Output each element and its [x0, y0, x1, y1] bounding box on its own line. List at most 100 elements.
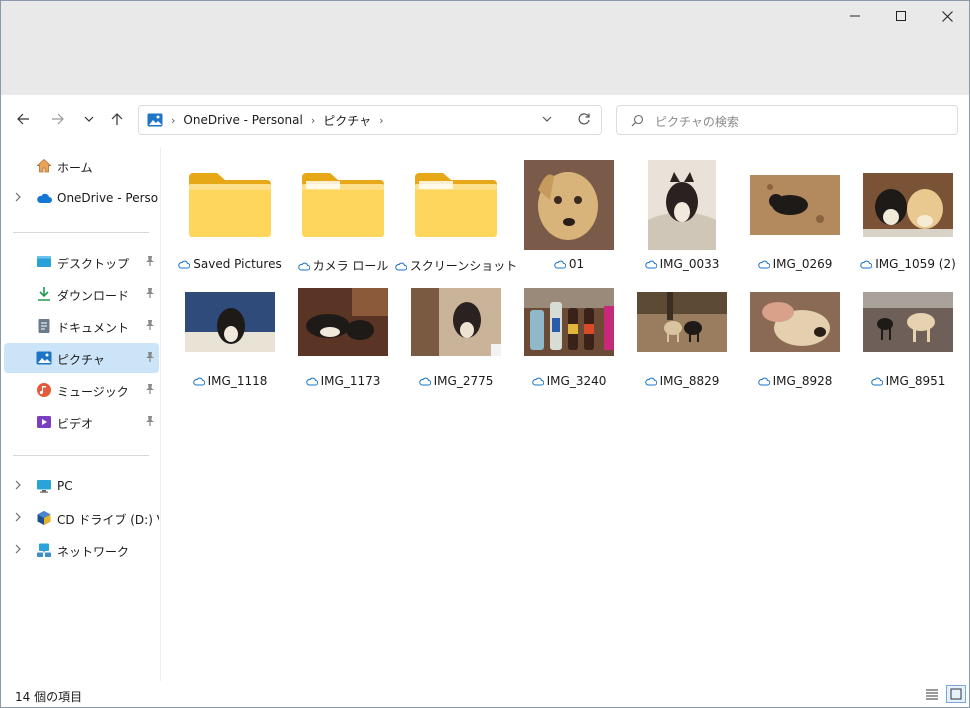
document-icon: [38, 319, 50, 333]
photo-thumbnail: [290, 274, 396, 370]
dog-photo-image: [863, 173, 953, 237]
file-item[interactable]: 01: [516, 157, 622, 277]
cloud-status-icon: [305, 377, 318, 386]
refresh-button[interactable]: [577, 112, 591, 129]
music-icon: [37, 383, 51, 397]
minimize-button[interactable]: [832, 1, 878, 31]
recent-locations-button[interactable]: [75, 105, 103, 133]
pin-icon[interactable]: [144, 415, 156, 427]
sidebar-item-label: OneDrive - Personal: [57, 191, 159, 205]
cloud-status-icon: [418, 377, 431, 386]
cloud-status-icon: [192, 377, 205, 386]
search-box[interactable]: ピクチャの検索: [616, 105, 958, 135]
chevron-right-icon[interactable]: [14, 191, 22, 203]
file-name: IMG_3240: [512, 374, 626, 388]
file-name: IMG_0033: [625, 257, 739, 271]
file-item[interactable]: IMG_1173: [290, 274, 396, 394]
cloud-status-icon: [757, 377, 770, 386]
file-item[interactable]: IMG_1059 (2): [855, 157, 961, 277]
photo-thumbnail: [629, 274, 735, 370]
chevron-right-icon[interactable]: [14, 511, 22, 523]
sidebar-item-pictures[interactable]: ピクチャ: [4, 343, 159, 373]
photo-thumbnail: [177, 274, 283, 370]
back-button[interactable]: [9, 105, 37, 133]
arrow-up-icon: [111, 113, 123, 125]
file-item[interactable]: カメラ ロール: [290, 157, 396, 277]
pin-icon[interactable]: [144, 287, 156, 299]
sidebar-item-desktop[interactable]: デスクトップ: [4, 247, 159, 277]
dog-photo-image: [411, 288, 501, 356]
file-name: IMG_1173: [286, 374, 400, 388]
breadcrumb-separator: ›: [171, 113, 176, 127]
navigation-bar: › OneDrive - Personal › ピクチャ › ピクチャの検索: [1, 95, 969, 147]
forward-button[interactable]: [44, 105, 72, 133]
pin-icon[interactable]: [144, 383, 156, 395]
file-name: IMG_2775: [399, 374, 513, 388]
chevron-right-icon[interactable]: [14, 479, 22, 491]
details-view-button[interactable]: [922, 685, 942, 703]
breadcrumb-item-onedrive[interactable]: OneDrive - Personal: [183, 113, 302, 127]
dogs-walk-photo-image: [863, 292, 953, 352]
file-item[interactable]: IMG_8829: [629, 274, 735, 394]
desktop-icon: [37, 256, 51, 267]
pictures-icon: [147, 113, 163, 127]
file-explorer-window: › OneDrive - Personal › ピクチャ › ピクチャの検索 ホ…: [0, 0, 970, 708]
title-bar: [1, 1, 969, 95]
dog-photo-image: [185, 292, 275, 352]
pin-icon[interactable]: [144, 319, 156, 331]
video-icon: [37, 416, 51, 428]
dog-photo-image: [524, 160, 614, 250]
up-button[interactable]: [103, 105, 131, 133]
sidebar-item-cd-drive[interactable]: CD ドライブ (D:) VirtualBox Guest Additions: [4, 503, 159, 533]
file-item[interactable]: IMG_0033: [629, 157, 735, 277]
cloud-status-icon: [870, 377, 883, 386]
pin-icon[interactable]: [144, 351, 156, 363]
sidebar-item-label: ホーム: [57, 161, 93, 175]
file-item[interactable]: IMG_1118: [177, 274, 283, 394]
sidebar-item-label: ダウンロード: [57, 289, 130, 303]
sidebar-item-downloads[interactable]: ダウンロード: [4, 279, 159, 309]
photo-thumbnail: [516, 274, 622, 370]
folder-thumbnail: [290, 157, 396, 253]
cloud-status-icon: [644, 260, 657, 269]
dog-photo-image: [648, 160, 716, 250]
sidebar-item-videos[interactable]: ビデオ: [4, 407, 159, 437]
folder-icon: [415, 173, 497, 237]
file-item[interactable]: スクリーンショット: [395, 157, 517, 277]
sidebar-divider: [13, 455, 149, 456]
dog-photo-image: [750, 292, 840, 352]
file-item[interactable]: IMG_2775: [403, 274, 509, 394]
sidebar-item-music[interactable]: ミュージック: [4, 375, 159, 405]
sidebar-item-documents[interactable]: ドキュメント: [4, 311, 159, 341]
file-name: IMG_8951: [851, 374, 965, 388]
breadcrumb-item-pictures[interactable]: ピクチャ: [323, 112, 371, 129]
chevron-right-icon[interactable]: [14, 543, 22, 555]
folder-thumbnail: [177, 157, 283, 253]
maximize-button[interactable]: [878, 1, 924, 31]
file-item[interactable]: Saved Pictures: [177, 157, 283, 277]
sidebar-item-pc[interactable]: PC: [4, 471, 159, 501]
large-icons-view-button[interactable]: [946, 685, 966, 703]
dog-photo-image: [750, 175, 840, 235]
sidebar-item-label: ネットワーク: [57, 545, 130, 559]
list-view-icon: [926, 689, 938, 700]
sidebar-item-label: PC: [57, 479, 73, 493]
network-icon: [37, 543, 51, 557]
cloud-status-icon: [297, 262, 310, 270]
file-item[interactable]: IMG_8951: [855, 274, 961, 394]
sidebar-item-home[interactable]: ホーム: [4, 151, 159, 181]
pin-icon[interactable]: [144, 255, 156, 267]
sidebar-item-onedrive[interactable]: OneDrive - Personal: [4, 183, 159, 213]
address-bar[interactable]: › OneDrive - Personal › ピクチャ ›: [138, 105, 602, 135]
file-item[interactable]: IMG_8928: [742, 274, 848, 394]
file-item[interactable]: IMG_3240: [516, 274, 622, 394]
cloud-status-icon: [178, 260, 191, 269]
sidebar-item-network[interactable]: ネットワーク: [4, 535, 159, 565]
search-placeholder: ピクチャの検索: [655, 115, 739, 129]
pictures-icon: [36, 351, 52, 365]
cloud-status-icon: [531, 377, 544, 386]
file-item[interactable]: IMG_0269: [742, 157, 848, 277]
close-button[interactable]: [924, 1, 969, 31]
status-bar: 14 個の項目: [1, 681, 969, 707]
address-history-button[interactable]: [541, 113, 553, 128]
